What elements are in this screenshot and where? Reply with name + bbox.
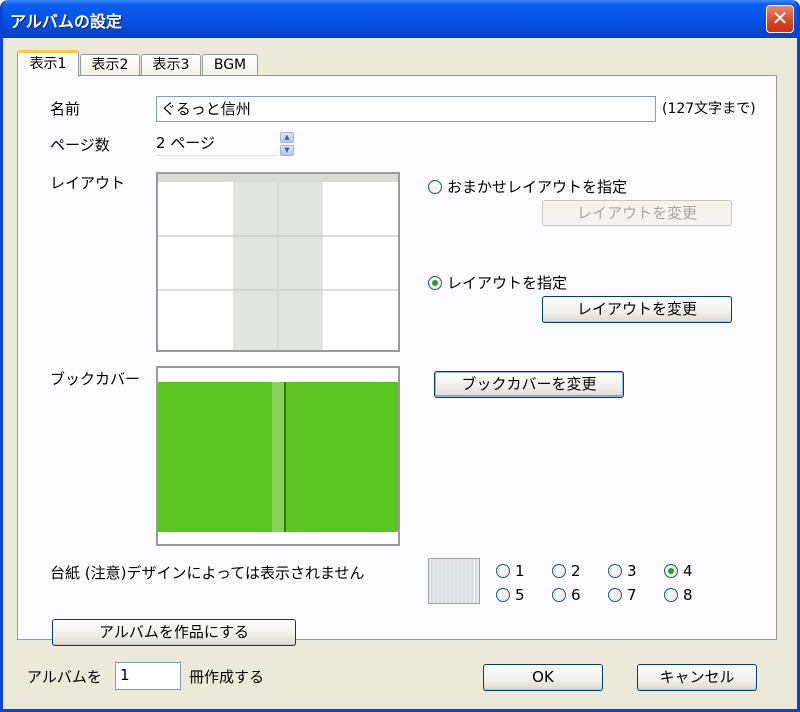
- pages-input[interactable]: 2 ページ: [156, 132, 278, 156]
- mount-radio-5[interactable]: [496, 588, 510, 602]
- mount-radio-8[interactable]: [664, 588, 678, 602]
- window-title: アルバムの設定: [10, 12, 122, 31]
- album-count-input[interactable]: 1: [115, 662, 181, 690]
- album-settings-dialog: アルバムの設定 ✕ 表示1 表示2 表示3 BGM 名前 ぐるっと信州 (127…: [0, 0, 800, 712]
- mount-option-1[interactable]: 1: [496, 562, 525, 580]
- mount-option-8[interactable]: 8: [664, 586, 693, 604]
- tab-display2[interactable]: 表示2: [80, 54, 140, 76]
- tab-display1[interactable]: 表示1: [17, 50, 79, 77]
- make-album-button[interactable]: アルバムを作品にする: [52, 619, 296, 646]
- mount-option-2[interactable]: 2: [552, 562, 581, 580]
- book-cover-graphic: [158, 368, 398, 544]
- name-label: 名前: [50, 100, 81, 118]
- layout-preview: [156, 172, 400, 352]
- mount-radio-7[interactable]: [608, 588, 622, 602]
- pages-label: ページ数: [50, 136, 110, 154]
- spin-down-icon[interactable]: ▼: [280, 145, 294, 156]
- mount-option-6[interactable]: 6: [552, 586, 581, 604]
- name-length-hint: (127文字まで): [662, 101, 756, 117]
- mount-option-5[interactable]: 5: [496, 586, 525, 604]
- cancel-button[interactable]: キャンセル: [637, 664, 757, 691]
- mount-radio-6[interactable]: [552, 588, 566, 602]
- manual-layout-radio[interactable]: [428, 275, 442, 290]
- album-count-suffix: 冊作成する: [189, 668, 265, 686]
- layout-preview-graphic: [158, 174, 398, 350]
- book-cover-change-button[interactable]: ブックカバーを変更: [434, 371, 624, 398]
- album-count-prefix: アルバムを: [27, 668, 102, 686]
- auto-layout-radio[interactable]: [428, 179, 442, 194]
- mount-radio-3[interactable]: [608, 564, 622, 578]
- mount-swatch: [428, 558, 480, 604]
- tab-panel: 名前 ぐるっと信州 (127文字まで) ページ数 2 ページ ▲ ▼ レイアウト: [17, 75, 777, 646]
- mount-label: 台紙 (注意)デザインによっては表示されません: [50, 564, 365, 582]
- spin-up-icon[interactable]: ▲: [280, 132, 294, 143]
- mount-radio-1[interactable]: [496, 564, 510, 578]
- name-input[interactable]: ぐるっと信州: [156, 96, 656, 122]
- mount-option-4[interactable]: 4: [664, 562, 693, 580]
- tab-bgm[interactable]: BGM: [202, 54, 258, 76]
- manual-layout-change-button[interactable]: レイアウトを変更: [542, 296, 732, 323]
- close-icon[interactable]: ✕: [766, 5, 794, 33]
- book-cover-label: ブックカバー: [50, 370, 141, 388]
- book-cover-preview: [156, 366, 400, 546]
- auto-layout-option[interactable]: おまかせレイアウトを指定: [428, 176, 627, 197]
- ok-button[interactable]: OK: [483, 664, 603, 691]
- layout-label: レイアウト: [50, 174, 126, 192]
- mount-radio-2[interactable]: [552, 564, 566, 578]
- mount-option-7[interactable]: 7: [608, 586, 637, 604]
- title-bar[interactable]: アルバムの設定 ✕: [3, 0, 797, 38]
- mount-radio-4[interactable]: [664, 564, 678, 578]
- mount-option-3[interactable]: 3: [608, 562, 637, 580]
- auto-layout-change-button[interactable]: レイアウトを変更: [542, 200, 732, 226]
- tab-display3[interactable]: 表示3: [141, 54, 201, 76]
- manual-layout-option[interactable]: レイアウトを指定: [428, 272, 567, 293]
